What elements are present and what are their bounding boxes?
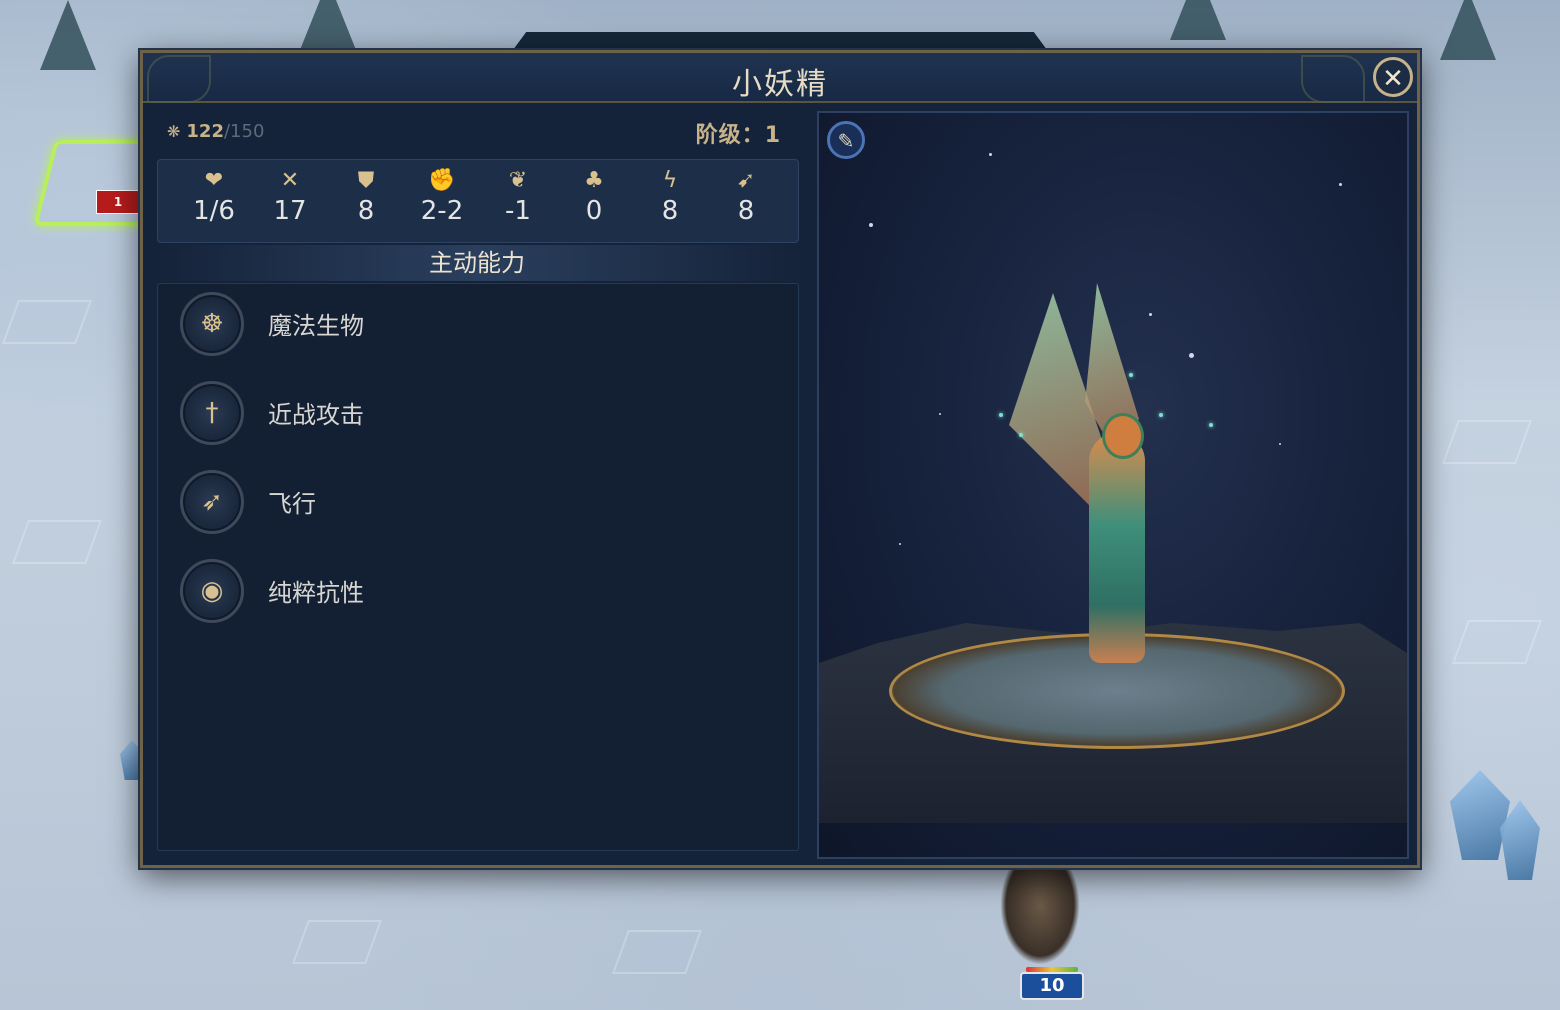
stat-value: 0: [585, 196, 603, 226]
sparkle: [1019, 433, 1023, 437]
star: [1279, 443, 1281, 445]
sparkle: [1159, 413, 1163, 417]
stat-value: 1/6: [193, 196, 235, 226]
sparkle: [1129, 373, 1133, 377]
ability-label: 飞行: [268, 490, 316, 518]
close-icon: ✕: [1382, 64, 1404, 94]
ability-magic-creature[interactable]: ☸ 魔法生物: [180, 288, 740, 358]
population-max: /150: [223, 121, 265, 142]
health-icon: ❤: [204, 168, 224, 193]
stat-value: 8: [661, 196, 679, 226]
hero-unit[interactable]: [1000, 865, 1080, 965]
window-titlebar: 小妖精 ✕: [143, 53, 1417, 103]
close-button[interactable]: ✕: [1373, 57, 1413, 97]
defense-icon: ⛊: [357, 168, 375, 193]
feather-icon: ✎: [837, 129, 855, 153]
feather-button[interactable]: ✎: [827, 121, 865, 159]
stat-health[interactable]: ❤ 1/6: [176, 166, 252, 226]
stat-value: 8: [737, 196, 755, 226]
stat-morale[interactable]: ❦ -1: [480, 166, 556, 226]
map-hex: [1441, 420, 1533, 464]
stat-value: -1: [505, 196, 531, 226]
star: [1189, 353, 1194, 358]
stat-defense[interactable]: ⛊ 8: [328, 166, 404, 226]
sword-icon: †: [180, 381, 244, 445]
ability-flying[interactable]: ➶ 飞行: [180, 466, 740, 536]
stat-value: 17: [273, 196, 307, 226]
star: [899, 543, 901, 545]
enemy-stack-flag[interactable]: 1: [96, 190, 140, 214]
unit-info-window: 小妖精 ✕ ❋ 122/150 阶级：1 ❤ 1/6 ✕ 17 ⛊ 8 ✊ 2-…: [140, 50, 1420, 868]
stat-value: 8: [357, 196, 375, 226]
rank-value: 1: [764, 123, 781, 148]
stats-bar: ❤ 1/6 ✕ 17 ⛊ 8 ✊ 2-2 ❦ -1 ♣ 0 ϟ 8 ➹ 8: [157, 159, 799, 243]
stat-luck[interactable]: ♣ 0: [556, 166, 632, 226]
star: [989, 153, 992, 156]
sparkle: [1209, 423, 1213, 427]
unit-rank: 阶级：1: [696, 117, 781, 149]
pine-tree: [1440, 0, 1496, 60]
unit-stack-count[interactable]: 10: [1020, 967, 1084, 1000]
star: [1339, 183, 1342, 186]
unit-portrait-view[interactable]: ✎: [817, 111, 1409, 859]
attack-icon: ✕: [280, 168, 300, 193]
map-hex: [611, 930, 703, 974]
paw-icon: ❋: [167, 122, 181, 141]
initiative-icon: ϟ: [662, 168, 678, 193]
stat-attack[interactable]: ✕ 17: [252, 166, 328, 226]
ability-melee-attack[interactable]: † 近战攻击: [180, 377, 740, 447]
fairy-model: [1089, 433, 1145, 663]
luck-icon: ♣: [584, 168, 604, 193]
abilities-list: ☸ 魔法生物 † 近战攻击 ➶ 飞行 ◉ 纯粹抗性: [157, 283, 799, 851]
resistance-eye-icon: ◉: [180, 559, 244, 623]
morale-icon: ❦: [508, 168, 528, 193]
stat-initiative[interactable]: ϟ 8: [632, 166, 708, 226]
pine-tree: [1170, 0, 1226, 40]
stat-speed[interactable]: ➹ 8: [708, 166, 784, 226]
star: [939, 413, 941, 415]
map-hex: [1, 300, 93, 344]
star: [1149, 313, 1152, 316]
damage-icon: ✊: [428, 168, 456, 193]
ability-pure-resistance[interactable]: ◉ 纯粹抗性: [180, 555, 740, 625]
ice-crystal: [1450, 770, 1510, 860]
ability-label: 近战攻击: [268, 401, 364, 429]
map-hex: [291, 920, 383, 964]
unit-name-title: 小妖精: [732, 67, 828, 102]
sparkle: [999, 413, 1003, 417]
wing-icon: ➶: [180, 470, 244, 534]
abilities-header: 主动能力: [157, 245, 797, 281]
map-hex: [1451, 620, 1543, 664]
population-current: 122: [186, 121, 224, 142]
star: [869, 223, 873, 227]
stat-damage[interactable]: ✊ 2-2: [404, 166, 480, 226]
rank-label: 阶级：: [695, 123, 765, 148]
unit-stats-panel: ❋ 122/150 阶级：1 ❤ 1/6 ✕ 17 ⛊ 8 ✊ 2-2 ❦ -1…: [153, 105, 803, 857]
speed-icon: ➹: [736, 168, 756, 193]
fairy-head: [1102, 413, 1144, 459]
pine-tree: [40, 0, 96, 70]
ability-label: 魔法生物: [268, 312, 364, 340]
map-hex: [11, 520, 103, 564]
stat-value: 2-2: [420, 196, 464, 226]
ability-label: 纯粹抗性: [268, 579, 364, 607]
paw-eye-icon: ☸: [180, 292, 244, 356]
pine-tree: [300, 0, 356, 50]
population-counter: ❋ 122/150: [167, 121, 264, 142]
